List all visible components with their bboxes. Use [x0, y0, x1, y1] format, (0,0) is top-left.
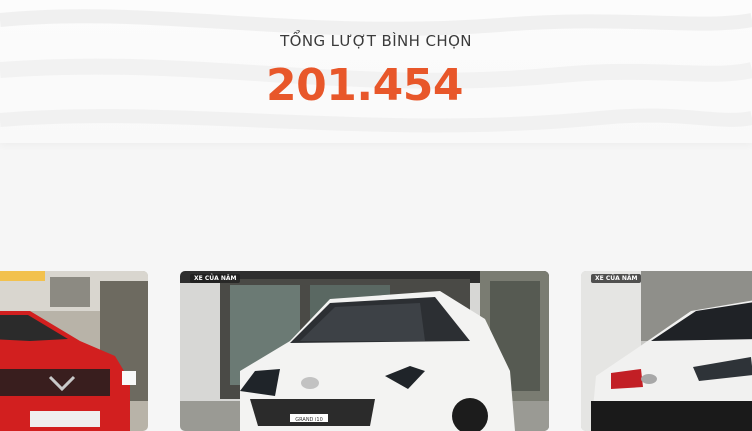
car-card[interactable]: XE CỦA NĂM [581, 271, 752, 431]
car-card[interactable] [0, 271, 148, 431]
red-car-image [0, 271, 148, 431]
vote-summary-header: TỔNG LƯỢT BÌNH CHỌN 201.454 [0, 0, 752, 143]
award-badge: XE CỦA NĂM [591, 274, 642, 283]
total-votes-label: TỔNG LƯỢT BÌNH CHỌN [280, 32, 472, 50]
white-car-image [581, 271, 752, 431]
award-badge: XE CỦA NĂM [190, 274, 241, 283]
car-card[interactable]: GRAND i10 XE CỦA NĂM [180, 271, 549, 431]
svg-text:GRAND i10: GRAND i10 [295, 417, 323, 423]
white-hatchback-image: GRAND i10 [180, 271, 549, 431]
total-votes-count: 201.454 [266, 60, 463, 111]
